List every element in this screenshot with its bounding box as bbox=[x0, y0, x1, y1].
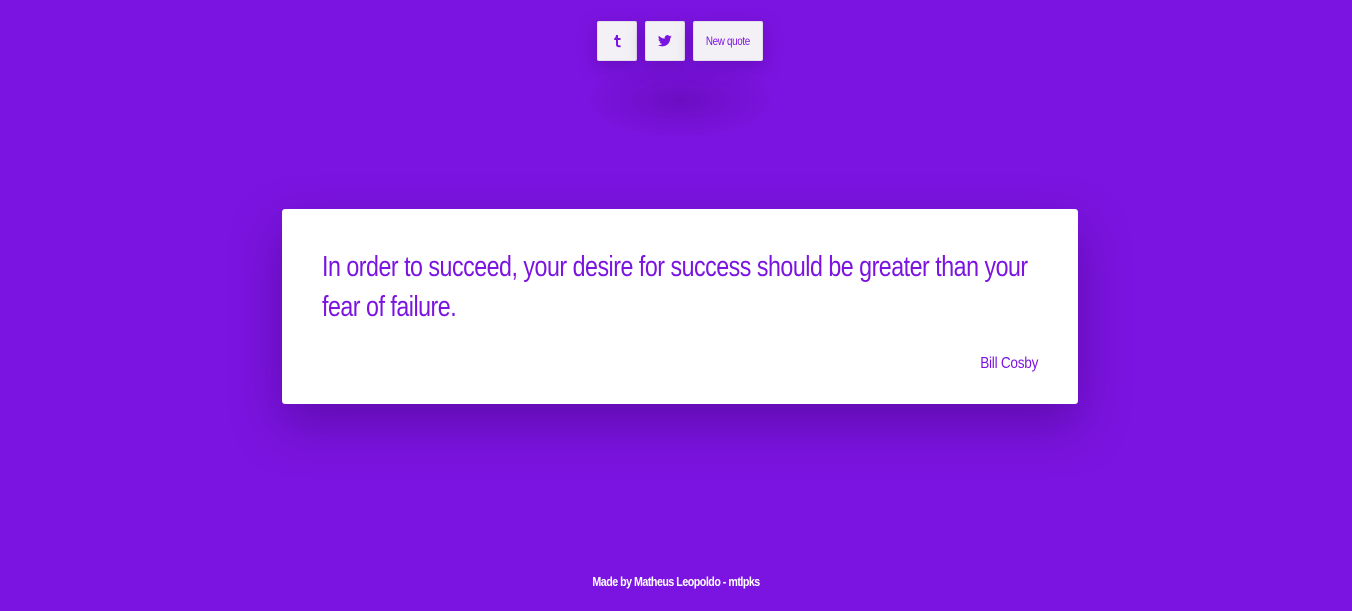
tumblr-icon bbox=[614, 35, 621, 48]
toolbar-shadow bbox=[580, 60, 780, 140]
quote-card: In order to succeed, your desire for suc… bbox=[282, 209, 1078, 404]
tumblr-share-button[interactable] bbox=[597, 21, 637, 61]
quote-text: In order to succeed, your desire for suc… bbox=[322, 251, 1028, 323]
twitter-icon bbox=[658, 35, 672, 47]
toolbar: New quote bbox=[597, 21, 763, 61]
footer-credit: Made by Matheus Leopoldo - mtlpks bbox=[592, 574, 760, 589]
twitter-share-button[interactable] bbox=[645, 21, 685, 61]
footer: Made by Matheus Leopoldo - mtlpks bbox=[0, 574, 1352, 589]
quote-author: Bill Cosby bbox=[980, 355, 1038, 372]
new-quote-label: New quote bbox=[705, 34, 751, 48]
new-quote-button[interactable]: New quote bbox=[693, 21, 763, 61]
